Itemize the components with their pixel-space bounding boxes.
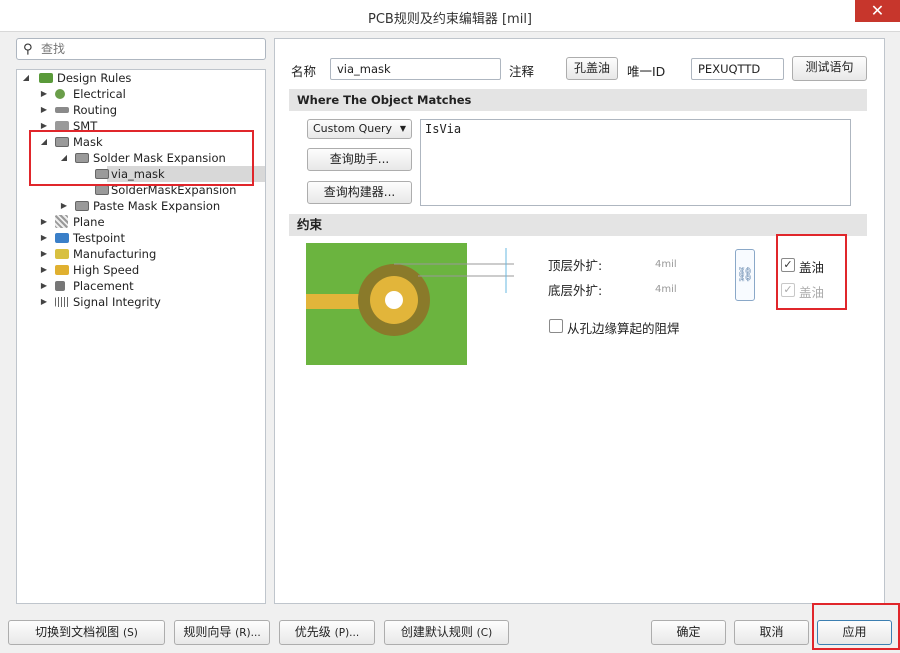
link-chain-icon: ⛓ <box>736 267 754 283</box>
electrical-icon <box>55 89 65 99</box>
rule-icon <box>95 185 109 195</box>
title-bar: PCB规则及约束编辑器 [mil] ✕ <box>0 0 900 32</box>
tree-label: Manufacturing <box>73 247 157 261</box>
tree-label: Testpoint <box>73 231 125 245</box>
expand-arrow-icon[interactable]: ▶ <box>39 278 49 294</box>
tree-label: Electrical <box>73 87 126 101</box>
mask-highlight-box <box>29 130 254 186</box>
testpoint-icon <box>55 233 69 243</box>
tree-label: Plane <box>73 215 105 229</box>
tree-label: Placement <box>73 279 134 293</box>
expand-arrow-icon[interactable]: ▶ <box>39 246 49 262</box>
routing-icon <box>55 107 69 113</box>
via-hole <box>385 291 403 309</box>
top-expansion-value[interactable]: 4mil <box>655 259 677 270</box>
chevron-down-icon: ▼ <box>399 124 406 133</box>
where-matches-header: Where The Object Matches <box>289 89 867 111</box>
button-shortcut: (C) <box>476 627 493 639</box>
from-hole-edge-checkbox[interactable] <box>549 319 563 333</box>
manufacturing-icon <box>55 249 69 259</box>
query-textarea[interactable]: IsVia <box>420 119 851 206</box>
button-label: 规则向导 <box>183 625 232 639</box>
apply-highlight-box <box>812 603 900 650</box>
create-default-rules-button[interactable]: 创建默认规则 (C) <box>384 620 509 645</box>
button-label: 切换到文档视图 <box>35 625 120 639</box>
tent-highlight-box <box>776 234 847 310</box>
comment-label: 注释 <box>509 64 535 79</box>
comment-field[interactable]: 孔盖油 <box>566 57 618 80</box>
close-button[interactable]: ✕ <box>855 0 900 22</box>
collapse-arrow-icon[interactable]: ◢ <box>21 70 31 86</box>
high-speed-icon <box>55 265 69 275</box>
cancel-button[interactable]: 取消 <box>734 620 809 645</box>
button-label: 创建默认规则 <box>400 625 473 639</box>
plane-icon <box>55 215 68 228</box>
design-rules-icon <box>39 73 53 83</box>
unique-id-field[interactable]: PEXUQTTD <box>691 58 784 80</box>
expand-arrow-icon[interactable]: ▶ <box>39 86 49 102</box>
query-type-value: Custom Query <box>313 122 393 135</box>
expand-arrow-icon[interactable]: ▶ <box>39 102 49 118</box>
test-query-button[interactable]: 测试语句 <box>792 56 867 81</box>
button-shortcut: (P)... <box>334 627 360 639</box>
expand-arrow-icon[interactable]: ▶ <box>39 294 49 310</box>
expand-arrow-icon[interactable]: ▶ <box>39 262 49 278</box>
button-shortcut: (S) <box>122 627 138 639</box>
query-helper-button[interactable]: 查询助手... <box>307 148 412 171</box>
tree-label: High Speed <box>73 263 140 277</box>
search-icon: ⚲ <box>23 42 33 57</box>
name-field[interactable]: via_mask <box>330 58 501 80</box>
solder-mask-diagram <box>306 243 514 365</box>
signal-integrity-icon <box>55 297 69 307</box>
paste-mask-icon <box>75 201 89 211</box>
query-builder-button[interactable]: 查询构建器... <box>307 181 412 204</box>
button-label: 优先级 <box>294 625 331 639</box>
tree-label: Design Rules <box>57 71 132 85</box>
switch-doc-view-button[interactable]: 切换到文档视图 (S) <box>8 620 165 645</box>
window-title: PCB规则及约束编辑器 [mil] <box>368 12 532 27</box>
ok-button[interactable]: 确定 <box>651 620 726 645</box>
button-shortcut: (R)... <box>235 627 261 639</box>
tree-label: Signal Integrity <box>73 295 161 309</box>
expand-arrow-icon[interactable]: ▶ <box>39 230 49 246</box>
name-label: 名称 <box>291 64 317 79</box>
expand-arrow-icon[interactable]: ▶ <box>59 198 69 214</box>
rule-wizard-button[interactable]: 规则向导 (R)... <box>174 620 270 645</box>
search-box[interactable]: ⚲ <box>16 38 266 60</box>
placement-icon <box>55 281 65 291</box>
from-hole-edge-label: 从孔边缘算起的阻焊 <box>567 321 680 336</box>
priority-button[interactable]: 优先级 (P)... <box>279 620 375 645</box>
bottom-expansion-value[interactable]: 4mil <box>655 284 677 295</box>
constraints-header: 约束 <box>289 214 867 236</box>
top-expansion-label: 顶层外扩: <box>548 258 603 273</box>
bottom-expansion-label: 底层外扩: <box>548 283 603 298</box>
query-type-select[interactable]: Custom Query ▼ <box>307 119 412 139</box>
tree-label: Paste Mask Expansion <box>93 199 221 213</box>
unique-id-label: 唯一ID <box>627 64 666 79</box>
link-values-button[interactable]: ⛓ <box>735 249 755 301</box>
search-input[interactable] <box>39 41 259 57</box>
expand-arrow-icon[interactable]: ▶ <box>39 214 49 230</box>
tree-label: Routing <box>73 103 118 117</box>
